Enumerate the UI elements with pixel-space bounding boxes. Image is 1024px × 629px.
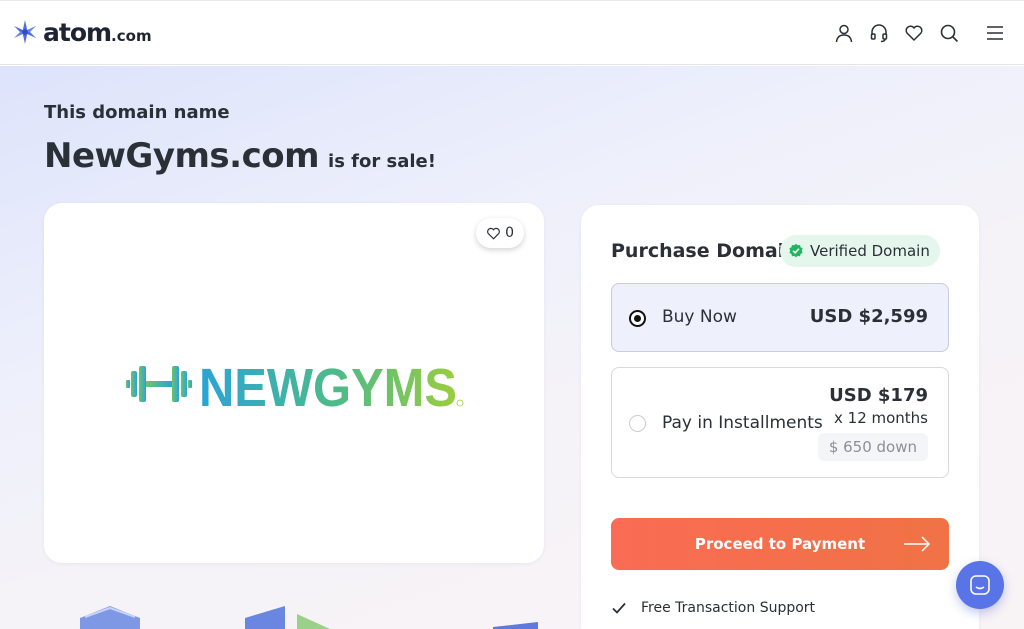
- buy-now-radio[interactable]: [629, 310, 646, 327]
- headset-icon[interactable]: [867, 21, 891, 45]
- newgyms-brand-logo: NEWGYMS: [126, 358, 464, 413]
- heart-icon: [487, 227, 500, 240]
- atom-logo-icon: [14, 20, 36, 44]
- eyebrow-text: This domain name: [44, 102, 230, 123]
- support-feature: Free Transaction Support: [611, 600, 815, 616]
- menu-icon[interactable]: [983, 21, 1007, 45]
- domain-title: NewGyms.com: [44, 136, 320, 176]
- buy-now-label: Buy Now: [662, 307, 737, 327]
- down-payment-badge: $ 650 down: [817, 433, 928, 461]
- purchase-card: Purchase Domain Verified Domain Buy Now …: [581, 205, 979, 629]
- verified-label: Verified Domain: [810, 242, 930, 260]
- installments-radio[interactable]: [629, 415, 646, 432]
- chat-button[interactable]: [956, 561, 1004, 609]
- check-icon: [612, 602, 626, 614]
- installments-months: x 12 months: [834, 409, 928, 427]
- purchase-title: Purchase Domain: [611, 240, 798, 262]
- heart-icon[interactable]: [902, 21, 926, 45]
- verified-badge: Verified Domain: [780, 235, 940, 267]
- search-icon[interactable]: [937, 21, 961, 45]
- buy-now-option[interactable]: Buy Now USD $2,599: [611, 283, 949, 352]
- installments-option[interactable]: Pay in Installments USD $179 x 12 months…: [611, 367, 949, 478]
- site-logo[interactable]: atom.com: [11, 17, 152, 47]
- like-count: 0: [505, 225, 514, 241]
- site-header: atom.com: [0, 0, 1024, 65]
- brand-wordmark: NEWGYMS: [199, 358, 457, 413]
- title-row: NewGyms.com is for sale!: [44, 136, 436, 176]
- logo-wordmark: atom.com: [43, 17, 152, 47]
- for-sale-text: is for sale!: [328, 151, 436, 172]
- verified-check-icon: [789, 243, 803, 258]
- installments-label: Pay in Installments: [662, 413, 823, 433]
- chat-icon: [970, 575, 990, 595]
- proceed-to-payment-button[interactable]: Proceed to Payment: [611, 518, 949, 570]
- dumbbell-icon: [126, 366, 192, 402]
- like-button[interactable]: 0: [476, 218, 524, 248]
- buy-now-price: USD $2,599: [809, 306, 928, 327]
- support-text: Free Transaction Support: [641, 600, 816, 616]
- arrow-right-icon: [904, 536, 931, 552]
- domain-logo-card: 0 NEWGYMS: [44, 203, 544, 563]
- proceed-label: Proceed to Payment: [694, 535, 866, 553]
- feature-illustrations: [80, 606, 538, 629]
- installments-price: USD $179: [829, 385, 928, 406]
- user-icon[interactable]: [832, 21, 856, 45]
- header-nav: [821, 21, 1007, 45]
